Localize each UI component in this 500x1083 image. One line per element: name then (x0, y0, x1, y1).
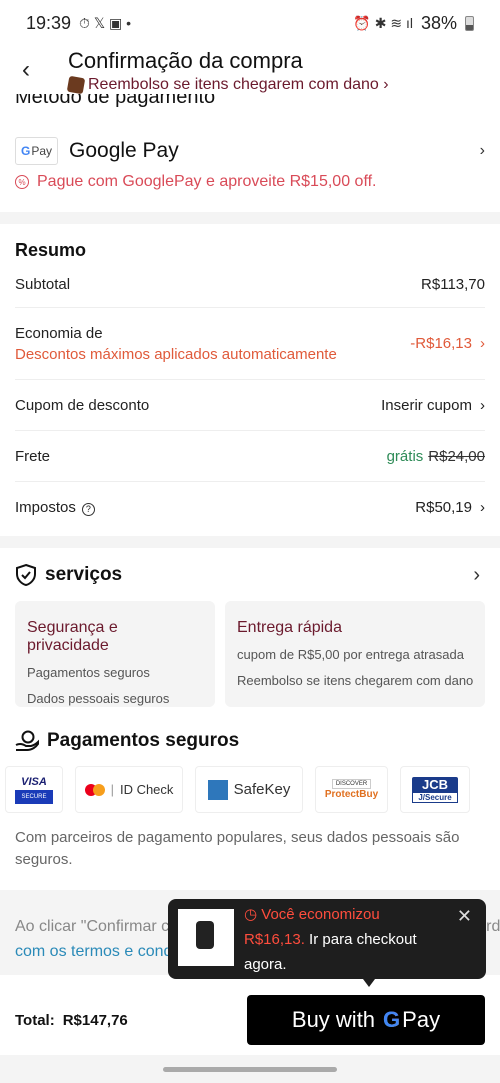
shipping-free: grátis (386, 447, 424, 465)
hand-money-icon (15, 730, 39, 751)
battery-percent: 38% (420, 12, 457, 33)
divider (0, 536, 500, 548)
system-nav-bar (0, 1055, 500, 1083)
subtotal-value: R$113,70 (421, 275, 485, 293)
battery-icon (465, 15, 474, 31)
secure-payments-section: Pagamentos seguros VISA SECURE | ID Check … (5, 730, 500, 871)
status-time: 19:39 (26, 12, 72, 33)
payment-method-name: Google Pay (69, 139, 179, 162)
checkout-bar: Total: R$147,76 Buy with G Pay (0, 985, 500, 1055)
package-icon (66, 75, 86, 95)
taxes-row[interactable]: Impostos? R$50,19 › (15, 482, 485, 533)
amex-safekey-logo: SafeKey (195, 766, 303, 813)
product-thumbnail (178, 909, 234, 966)
google-g-icon: G (383, 1007, 401, 1032)
jcb-jsecure-logo: JCB J/Secure (400, 766, 470, 813)
status-bar: 19:39 ⏱ 𝕏 ▣ • ⏰ ✱ ≋ ıl 38% (0, 0, 500, 46)
help-icon[interactable]: ? (81, 502, 95, 516)
secure-payments-note: Com parceiros de pagamento populares, se… (15, 829, 460, 868)
services-title: serviços (45, 564, 123, 585)
page-header: ‹ Confirmação da compra Reembolso se ite… (0, 46, 500, 100)
services-section: serviços › Segurança e privacidade Pagam… (15, 550, 500, 707)
payment-method-title: Método de pagamento (15, 94, 216, 108)
page-title: Confirmação da compra (68, 48, 303, 73)
close-icon[interactable]: ✕ (457, 906, 472, 927)
google-pay-logo: G Pay (15, 137, 58, 165)
chevron-right-icon: › (480, 335, 485, 352)
back-button[interactable]: ‹ (22, 56, 30, 84)
subtotal-row: Subtotal R$113,70 (15, 261, 485, 308)
system-icons: ⏰ ✱ ≋ ıl (353, 14, 413, 31)
chevron-right-icon: › (473, 563, 480, 586)
mastercard-id-check-logo: | ID Check (75, 766, 183, 813)
savings-tooltip[interactable]: ◷ Você economizou R$16,13. Ir para check… (168, 899, 486, 979)
coupon-row[interactable]: Cupom de desconto Inserir cupom › (15, 380, 485, 431)
savings-value: -R$16,13 (410, 335, 472, 352)
summary-title: Resumo (15, 240, 87, 260)
gpay-promo: % Pague com GooglePay e aproveite R$15,0… (15, 173, 376, 191)
order-total: Total: R$147,76 (15, 1011, 128, 1029)
tooltip-amount: R$16,13. (244, 931, 305, 948)
discover-protectbuy-logo: DISCOVER ProtectBuy (315, 766, 388, 813)
visa-secure-logo: VISA SECURE (5, 766, 63, 813)
damage-refund-link[interactable]: Reembolso se itens chegarem com dano › (66, 75, 389, 95)
divider (0, 212, 500, 224)
insert-coupon-link[interactable]: Inserir cupom (381, 397, 472, 414)
tooltip-title: ◷ Você economizou (244, 906, 380, 923)
shipping-original-price: R$24,00 (428, 447, 485, 465)
savings-note: Descontos máximos aplicados automaticame… (15, 345, 337, 363)
secure-payments-title: Pagamentos seguros (47, 730, 240, 751)
taxes-value: R$50,19 (415, 499, 472, 516)
damage-refund-text: Reembolso se itens chegarem com dano › (88, 76, 389, 93)
chevron-right-icon: › (480, 396, 485, 414)
total-value: R$147,76 (62, 1011, 128, 1029)
savings-row[interactable]: Economia de Descontos máximos aplicados … (15, 308, 485, 380)
home-handle[interactable] (163, 1067, 337, 1072)
notification-icons: ⏱ 𝕏 ▣ • (79, 14, 132, 31)
service-card: Segurança e privacidade Pagamentos segur… (15, 601, 215, 707)
services-header[interactable]: serviços › (15, 550, 500, 600)
buy-with-gpay-button[interactable]: Buy with G Pay (247, 995, 485, 1045)
summary-section: Resumo Subtotal R$113,70 Economia de Des… (15, 228, 485, 533)
service-card: Entrega rápida cupom de R$5,00 por entre… (225, 601, 485, 707)
discount-icon: % (15, 175, 29, 189)
chevron-right-icon: › (480, 499, 485, 516)
shipping-row: Frete grátis R$24,00 (15, 431, 485, 482)
payment-method-selector[interactable]: G Pay Google Pay › (15, 135, 485, 167)
chevron-right-icon: › (479, 142, 485, 159)
shield-check-icon (16, 563, 36, 587)
